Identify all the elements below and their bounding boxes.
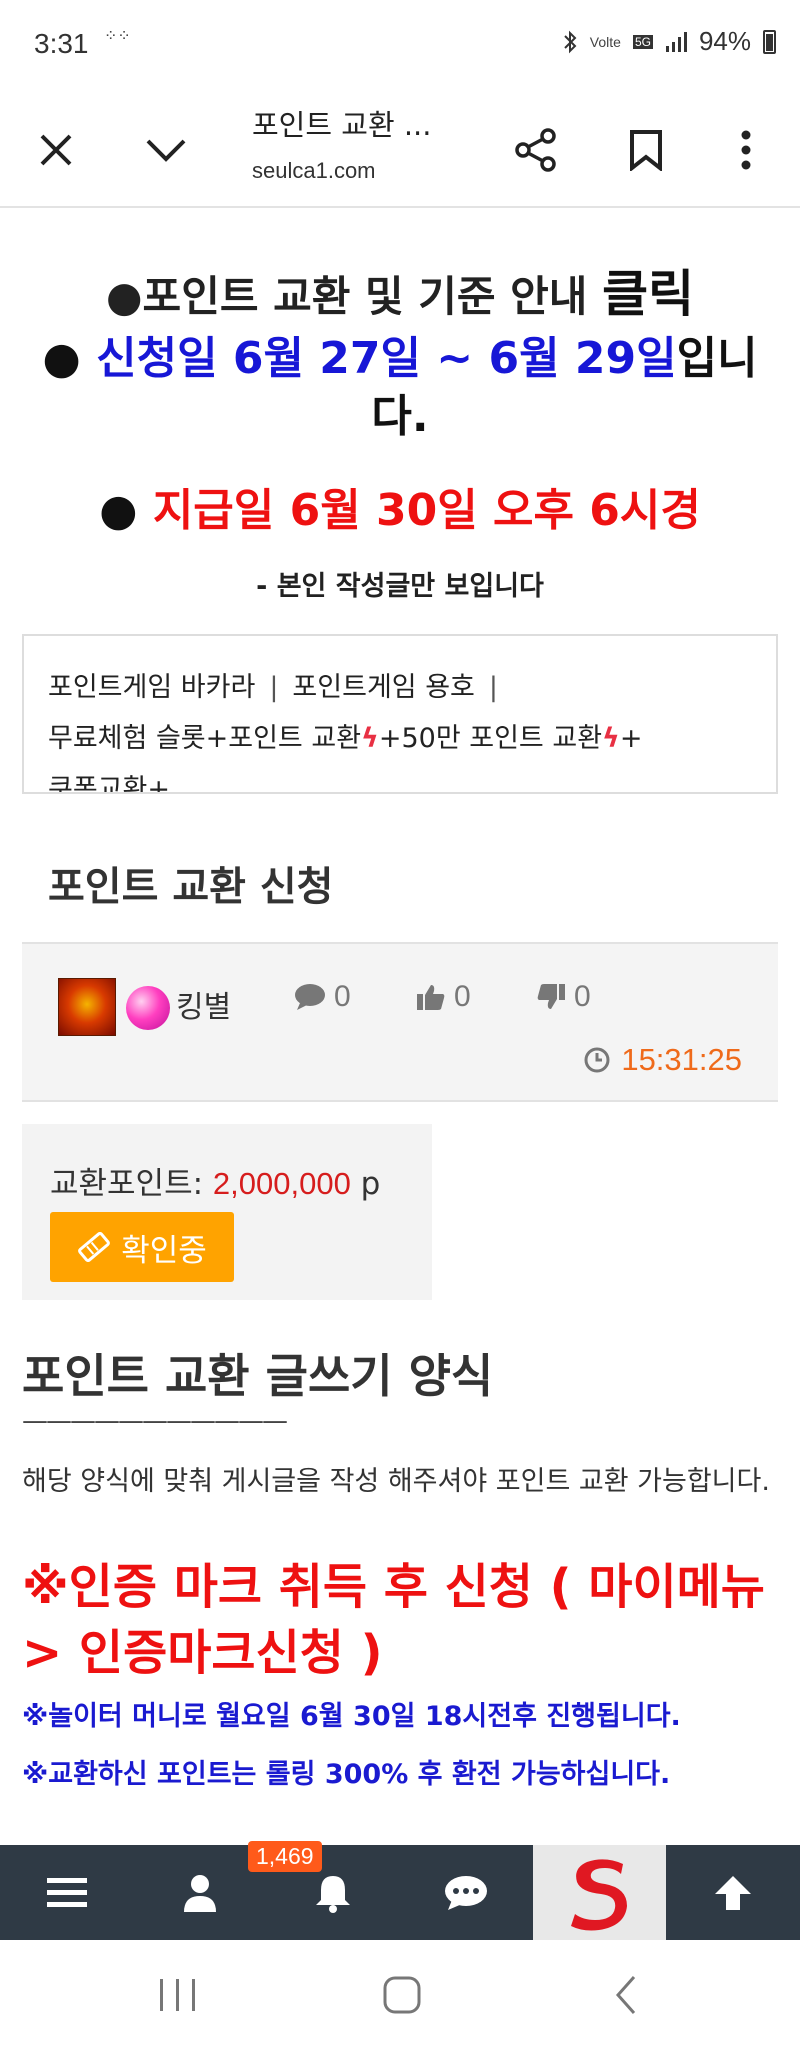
user-icon[interactable] bbox=[133, 1845, 266, 1940]
form-description: 해당 양식에 맞춰 게시글을 작성 해주셔야 포인트 교환 가능합니다. bbox=[22, 1466, 770, 1497]
author-name[interactable]: 킹별 bbox=[176, 982, 231, 1026]
exchange-points-value: 2,000,000 bbox=[212, 1166, 351, 1201]
menu-item-coupon[interactable]: 쿠폰교환+ bbox=[48, 774, 170, 792]
post-title: 포인트 교환 신청 bbox=[48, 864, 334, 910]
apply-date-text: 신청일 6월 27일 ~ 6월 29일 bbox=[96, 333, 677, 384]
signal-icon bbox=[665, 31, 687, 52]
notice-visibility: - 본인 작성글만 보입니다 bbox=[256, 571, 544, 602]
status-text: 확인중 bbox=[121, 1232, 207, 1269]
post-time: 15:31:25 bbox=[583, 1042, 742, 1078]
divider: ——————————— bbox=[22, 1406, 288, 1436]
notification-icon: ⁘⁘ bbox=[104, 26, 131, 45]
site-logo[interactable] bbox=[533, 1845, 666, 1940]
recent-apps-icon[interactable] bbox=[118, 1940, 238, 2050]
exchange-points: 교환포인트: 2,000,000 p bbox=[50, 1158, 380, 1203]
bookmark-icon[interactable] bbox=[614, 118, 678, 182]
schedule-notice: ※놀이터 머니로 월요일 6월 30일 18시전후 진행됩니다. bbox=[22, 1701, 681, 1732]
status-badge[interactable]: 확인중 bbox=[50, 1212, 234, 1282]
status-bar: 3:31 ⁘⁘ Volte 5G 94% bbox=[0, 0, 800, 92]
post-time-value: 15:31:25 bbox=[621, 1042, 742, 1077]
bullet: ● bbox=[42, 333, 97, 384]
scroll-top-arrow-icon[interactable] bbox=[666, 1845, 800, 1940]
menu-item-500k-exchange[interactable]: +50만 포인트 교환ϟ+ bbox=[379, 723, 643, 754]
exchange-points-unit: p bbox=[350, 1166, 381, 1202]
thumbs-up-icon bbox=[417, 985, 445, 1010]
battery-icon bbox=[763, 29, 776, 54]
notice-apply-date: ● 신청일 6월 27일 ~ 6월 29일입니다. bbox=[20, 330, 780, 446]
avatar[interactable] bbox=[58, 978, 116, 1036]
menu-item-dragon-tiger[interactable]: 포인트게임 용호 bbox=[292, 672, 474, 703]
notice-click-text[interactable]: 클릭 bbox=[602, 265, 694, 323]
page-title: 포인트 교환 ... bbox=[252, 108, 432, 142]
like-count-value: 0 bbox=[454, 980, 471, 1013]
close-icon[interactable] bbox=[24, 118, 88, 182]
bullet: ● bbox=[99, 485, 153, 536]
home-icon[interactable] bbox=[342, 1940, 462, 2050]
form-title: 포인트 교환 글쓰기 양식 bbox=[22, 1349, 494, 1403]
more-options-icon[interactable] bbox=[714, 118, 778, 182]
bottom-toolbar: 1,469 bbox=[0, 1841, 800, 1940]
clock-icon bbox=[584, 1047, 610, 1073]
menu-icon[interactable] bbox=[0, 1845, 133, 1940]
menu-separator: | bbox=[488, 672, 498, 703]
battery-percent: 94% bbox=[698, 26, 751, 56]
volte-label: Volte bbox=[589, 33, 621, 50]
comment-count-value: 0 bbox=[334, 980, 351, 1013]
chevron-down-icon[interactable] bbox=[134, 118, 198, 182]
notification-count-badge: 1,469 bbox=[248, 1841, 322, 1872]
exchange-info: 교환포인트: 2,000,000 p 확인중 bbox=[22, 1124, 432, 1300]
notice-guide-text: ●포인트 교환 및 기준 안내 bbox=[105, 272, 603, 321]
comment-count: 0 bbox=[294, 980, 351, 1014]
lightning-icon: ϟ bbox=[361, 723, 379, 754]
status-time: 3:31 bbox=[34, 28, 89, 59]
comment-icon bbox=[295, 984, 325, 1010]
share-icon[interactable] bbox=[504, 118, 568, 182]
lightning-icon: ϟ bbox=[602, 723, 620, 754]
menu-item-free-slot[interactable]: 무료체험 슬롯+포인트 교환ϟ bbox=[48, 723, 379, 754]
system-nav-bar bbox=[0, 1940, 800, 2050]
level-badge-icon bbox=[126, 986, 170, 1030]
dislike-count[interactable]: 0 bbox=[536, 980, 591, 1014]
browser-toolbar: 포인트 교환 ... seulca1.com bbox=[0, 92, 800, 208]
chat-icon[interactable] bbox=[399, 1845, 532, 1940]
rolling-notice: ※교환하신 포인트는 롤링 300% 후 환전 가능하십니다. bbox=[22, 1759, 671, 1790]
menu-separator: | bbox=[269, 672, 279, 703]
exchange-points-label: 교환포인트: bbox=[50, 1166, 213, 1202]
notice-pay-date: ● 지급일 6월 30일 오후 6시경 bbox=[0, 474, 800, 538]
thumbs-down-icon bbox=[537, 984, 565, 1009]
bluetooth-icon bbox=[564, 30, 577, 53]
5g-label: 5G bbox=[632, 34, 653, 49]
ticket-icon bbox=[78, 1232, 111, 1262]
dislike-count-value: 0 bbox=[574, 980, 591, 1013]
menu-item-baccarat[interactable]: 포인트게임 바카라 bbox=[48, 672, 255, 703]
back-icon[interactable] bbox=[566, 1940, 686, 2050]
like-count[interactable]: 0 bbox=[416, 980, 471, 1014]
notice-guide-link[interactable]: ●포인트 교환 및 기준 안내 클릭 bbox=[0, 254, 800, 326]
post-meta: 킹별 0 0 0 15:31:25 bbox=[22, 942, 778, 1102]
page-url[interactable]: seulca1.com bbox=[252, 158, 376, 184]
category-menu: 포인트게임 바카라 | 포인트게임 용호 | 무료체험 슬롯+포인트 교환ϟ+50만 … bbox=[22, 634, 778, 794]
pay-date-text: 지급일 6월 30일 오후 6시경 bbox=[152, 485, 701, 536]
status-indicators: Volte 5G 94% bbox=[562, 26, 776, 57]
certification-warning: ※인증 마크 취득 후 신청 ( 마이메뉴 > 인증마크신청 ) bbox=[22, 1559, 765, 1681]
